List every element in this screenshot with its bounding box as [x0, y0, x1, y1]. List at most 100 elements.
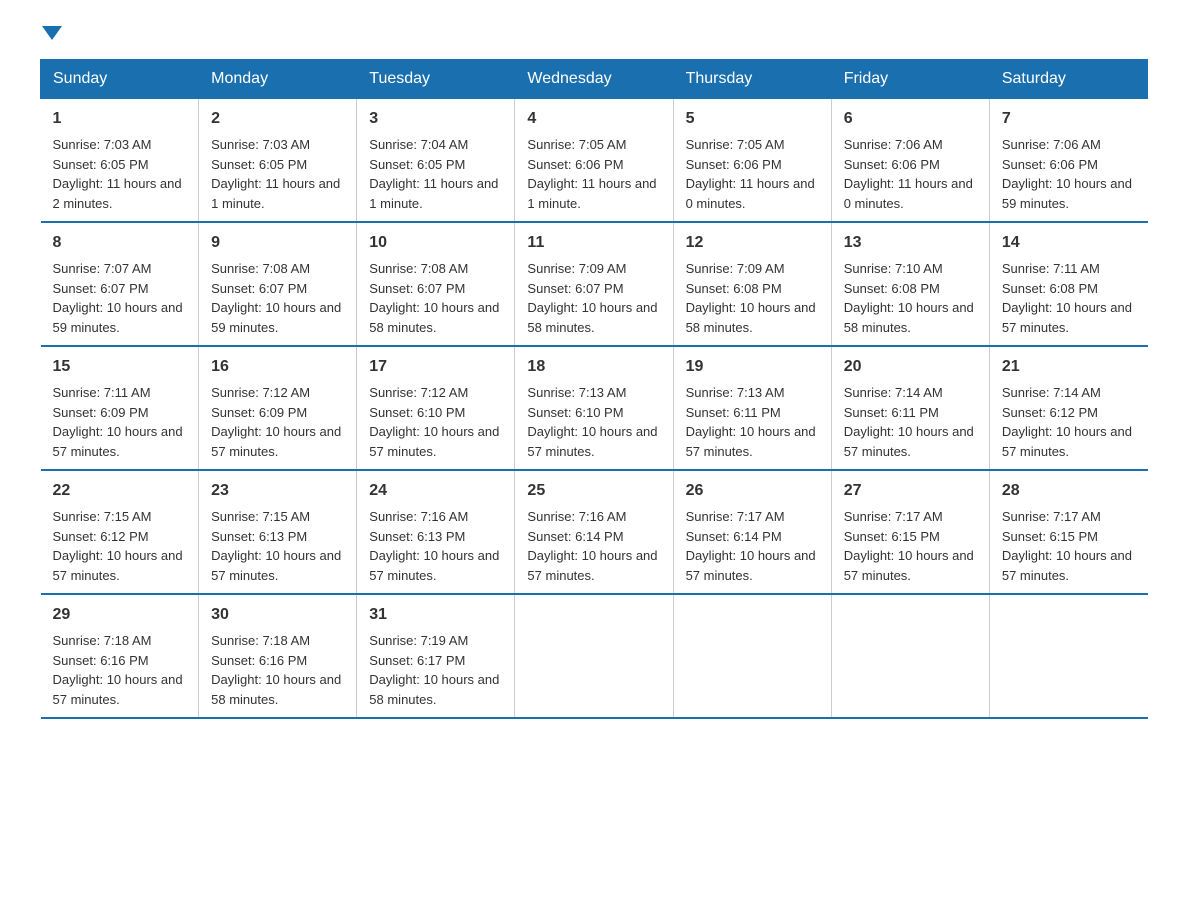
day-sunset: Sunset: 6:06 PM [686, 157, 782, 172]
day-daylight: Daylight: 11 hours and 2 minutes. [53, 176, 182, 211]
day-sunset: Sunset: 6:16 PM [211, 653, 307, 668]
day-number: 29 [53, 603, 187, 627]
day-sunrise: Sunrise: 7:06 AM [1002, 137, 1101, 152]
day-daylight: Daylight: 10 hours and 59 minutes. [53, 300, 183, 335]
day-daylight: Daylight: 10 hours and 57 minutes. [1002, 424, 1132, 459]
day-number: 8 [53, 231, 187, 255]
day-number: 7 [1002, 107, 1136, 131]
day-sunset: Sunset: 6:06 PM [844, 157, 940, 172]
day-number: 13 [844, 231, 977, 255]
calendar-table: SundayMondayTuesdayWednesdayThursdayFrid… [40, 59, 1148, 719]
day-daylight: Daylight: 10 hours and 57 minutes. [844, 424, 974, 459]
calendar-day-cell: 14 Sunrise: 7:11 AM Sunset: 6:08 PM Dayl… [989, 222, 1147, 346]
day-daylight: Daylight: 11 hours and 1 minute. [369, 176, 498, 211]
calendar-day-cell: 26 Sunrise: 7:17 AM Sunset: 6:14 PM Dayl… [673, 470, 831, 594]
day-sunset: Sunset: 6:07 PM [369, 281, 465, 296]
day-sunrise: Sunrise: 7:09 AM [527, 261, 626, 276]
calendar-week-row: 15 Sunrise: 7:11 AM Sunset: 6:09 PM Dayl… [41, 346, 1148, 470]
calendar-day-cell: 7 Sunrise: 7:06 AM Sunset: 6:06 PM Dayli… [989, 99, 1147, 223]
day-daylight: Daylight: 10 hours and 57 minutes. [53, 548, 183, 583]
calendar-week-row: 8 Sunrise: 7:07 AM Sunset: 6:07 PM Dayli… [41, 222, 1148, 346]
calendar-day-cell: 22 Sunrise: 7:15 AM Sunset: 6:12 PM Dayl… [41, 470, 199, 594]
calendar-day-cell: 29 Sunrise: 7:18 AM Sunset: 6:16 PM Dayl… [41, 594, 199, 718]
day-sunset: Sunset: 6:08 PM [844, 281, 940, 296]
calendar-day-cell [989, 594, 1147, 718]
day-daylight: Daylight: 10 hours and 58 minutes. [369, 300, 499, 335]
calendar-day-cell: 1 Sunrise: 7:03 AM Sunset: 6:05 PM Dayli… [41, 99, 199, 223]
day-number: 27 [844, 479, 977, 503]
day-number: 14 [1002, 231, 1136, 255]
day-number: 19 [686, 355, 819, 379]
day-sunset: Sunset: 6:16 PM [53, 653, 149, 668]
day-number: 26 [686, 479, 819, 503]
day-number: 12 [686, 231, 819, 255]
day-sunset: Sunset: 6:07 PM [53, 281, 149, 296]
day-of-week-header: Sunday [41, 60, 199, 99]
calendar-day-cell: 19 Sunrise: 7:13 AM Sunset: 6:11 PM Dayl… [673, 346, 831, 470]
day-sunset: Sunset: 6:15 PM [1002, 529, 1098, 544]
day-of-week-header: Wednesday [515, 60, 673, 99]
day-of-week-header: Friday [831, 60, 989, 99]
day-sunrise: Sunrise: 7:08 AM [369, 261, 468, 276]
day-sunrise: Sunrise: 7:18 AM [211, 633, 310, 648]
day-sunset: Sunset: 6:07 PM [211, 281, 307, 296]
day-sunset: Sunset: 6:09 PM [53, 405, 149, 420]
day-sunrise: Sunrise: 7:13 AM [527, 385, 626, 400]
calendar-day-cell: 9 Sunrise: 7:08 AM Sunset: 6:07 PM Dayli… [199, 222, 357, 346]
calendar-day-cell: 15 Sunrise: 7:11 AM Sunset: 6:09 PM Dayl… [41, 346, 199, 470]
calendar-day-cell: 2 Sunrise: 7:03 AM Sunset: 6:05 PM Dayli… [199, 99, 357, 223]
day-sunrise: Sunrise: 7:12 AM [369, 385, 468, 400]
day-sunrise: Sunrise: 7:16 AM [527, 509, 626, 524]
day-sunrise: Sunrise: 7:18 AM [53, 633, 152, 648]
calendar-day-cell: 12 Sunrise: 7:09 AM Sunset: 6:08 PM Dayl… [673, 222, 831, 346]
calendar-day-cell: 27 Sunrise: 7:17 AM Sunset: 6:15 PM Dayl… [831, 470, 989, 594]
day-daylight: Daylight: 10 hours and 58 minutes. [369, 672, 499, 707]
day-sunset: Sunset: 6:11 PM [686, 405, 781, 420]
calendar-day-cell: 31 Sunrise: 7:19 AM Sunset: 6:17 PM Dayl… [357, 594, 515, 718]
day-daylight: Daylight: 11 hours and 1 minute. [527, 176, 656, 211]
day-sunset: Sunset: 6:15 PM [844, 529, 940, 544]
day-sunset: Sunset: 6:14 PM [686, 529, 782, 544]
calendar-day-cell: 20 Sunrise: 7:14 AM Sunset: 6:11 PM Dayl… [831, 346, 989, 470]
calendar-day-cell: 24 Sunrise: 7:16 AM Sunset: 6:13 PM Dayl… [357, 470, 515, 594]
calendar-day-cell: 21 Sunrise: 7:14 AM Sunset: 6:12 PM Dayl… [989, 346, 1147, 470]
day-daylight: Daylight: 10 hours and 57 minutes. [1002, 300, 1132, 335]
day-daylight: Daylight: 11 hours and 1 minute. [211, 176, 340, 211]
day-sunset: Sunset: 6:14 PM [527, 529, 623, 544]
day-sunset: Sunset: 6:05 PM [53, 157, 149, 172]
calendar-day-cell: 4 Sunrise: 7:05 AM Sunset: 6:06 PM Dayli… [515, 99, 673, 223]
day-sunset: Sunset: 6:13 PM [211, 529, 307, 544]
day-sunrise: Sunrise: 7:17 AM [1002, 509, 1101, 524]
day-daylight: Daylight: 10 hours and 57 minutes. [527, 424, 657, 459]
day-daylight: Daylight: 11 hours and 0 minutes. [686, 176, 815, 211]
day-sunset: Sunset: 6:06 PM [1002, 157, 1098, 172]
day-number: 30 [211, 603, 344, 627]
day-daylight: Daylight: 10 hours and 59 minutes. [211, 300, 341, 335]
day-sunrise: Sunrise: 7:03 AM [211, 137, 310, 152]
day-daylight: Daylight: 10 hours and 57 minutes. [686, 424, 816, 459]
calendar-day-cell [673, 594, 831, 718]
day-sunrise: Sunrise: 7:12 AM [211, 385, 310, 400]
day-number: 2 [211, 107, 344, 131]
day-daylight: Daylight: 10 hours and 59 minutes. [1002, 176, 1132, 211]
calendar-day-cell [515, 594, 673, 718]
logo [40, 30, 62, 44]
day-number: 9 [211, 231, 344, 255]
day-daylight: Daylight: 10 hours and 57 minutes. [844, 548, 974, 583]
calendar-day-cell: 10 Sunrise: 7:08 AM Sunset: 6:07 PM Dayl… [357, 222, 515, 346]
calendar-day-cell: 5 Sunrise: 7:05 AM Sunset: 6:06 PM Dayli… [673, 99, 831, 223]
day-sunset: Sunset: 6:05 PM [369, 157, 465, 172]
day-sunrise: Sunrise: 7:05 AM [527, 137, 626, 152]
day-daylight: Daylight: 10 hours and 58 minutes. [527, 300, 657, 335]
day-sunrise: Sunrise: 7:03 AM [53, 137, 152, 152]
calendar-day-cell [831, 594, 989, 718]
day-of-week-header: Thursday [673, 60, 831, 99]
day-number: 4 [527, 107, 660, 131]
calendar-day-cell: 23 Sunrise: 7:15 AM Sunset: 6:13 PM Dayl… [199, 470, 357, 594]
day-sunrise: Sunrise: 7:13 AM [686, 385, 785, 400]
calendar-header: SundayMondayTuesdayWednesdayThursdayFrid… [41, 60, 1148, 99]
day-sunrise: Sunrise: 7:14 AM [1002, 385, 1101, 400]
day-daylight: Daylight: 11 hours and 0 minutes. [844, 176, 973, 211]
day-sunset: Sunset: 6:17 PM [369, 653, 465, 668]
calendar-week-row: 22 Sunrise: 7:15 AM Sunset: 6:12 PM Dayl… [41, 470, 1148, 594]
